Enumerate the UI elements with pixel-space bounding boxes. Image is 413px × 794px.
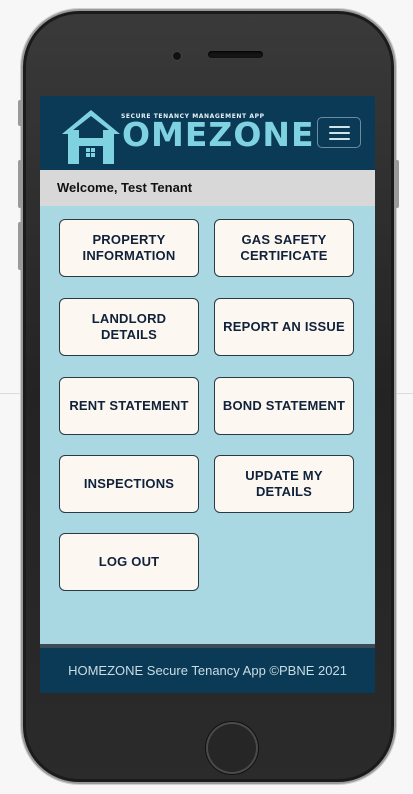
- footer-copyright: HOMEZONE Secure Tenancy App ©PBNE 2021: [68, 663, 347, 678]
- inspections-button[interactable]: INSPECTIONS: [59, 455, 199, 513]
- app-footer: HOMEZONE Secure Tenancy App ©PBNE 2021: [40, 648, 375, 693]
- hamburger-icon: [329, 132, 350, 134]
- power-button: [395, 160, 399, 208]
- bond-statement-button[interactable]: BOND STATEMENT: [214, 377, 354, 435]
- rent-statement-button[interactable]: RENT STATEMENT: [59, 377, 199, 435]
- home-button[interactable]: [206, 722, 258, 774]
- app-header: SECURE TENANCY MANAGEMENT APP OMEZONE: [40, 96, 375, 170]
- house-h-icon: [62, 110, 120, 164]
- log-out-button[interactable]: LOG OUT: [59, 533, 199, 591]
- menu-toggle-button[interactable]: [317, 117, 361, 148]
- volume-up-button: [18, 100, 22, 126]
- camera-icon: [173, 52, 181, 60]
- landlord-details-button[interactable]: LANDLORD DETAILS: [59, 298, 199, 356]
- app-screen: SECURE TENANCY MANAGEMENT APP OMEZONE We…: [40, 96, 375, 693]
- report-an-issue-button[interactable]: REPORT AN ISSUE: [214, 298, 354, 356]
- logo-wordmark: OMEZONE: [122, 115, 315, 154]
- update-my-details-button[interactable]: UPDATE MY DETAILS: [214, 455, 354, 513]
- speaker-grille: [208, 51, 263, 58]
- gas-safety-certificate-button[interactable]: GAS SAFETY CERTIFICATE: [214, 219, 354, 277]
- hamburger-icon: [329, 138, 350, 140]
- volume-down-button: [18, 160, 22, 208]
- hamburger-icon: [329, 126, 350, 128]
- mute-switch: [18, 222, 22, 270]
- property-information-button[interactable]: PROPERTY INFORMATION: [59, 219, 199, 277]
- welcome-message: Welcome, Test Tenant: [57, 180, 193, 195]
- welcome-bar: Welcome, Test Tenant: [40, 170, 375, 206]
